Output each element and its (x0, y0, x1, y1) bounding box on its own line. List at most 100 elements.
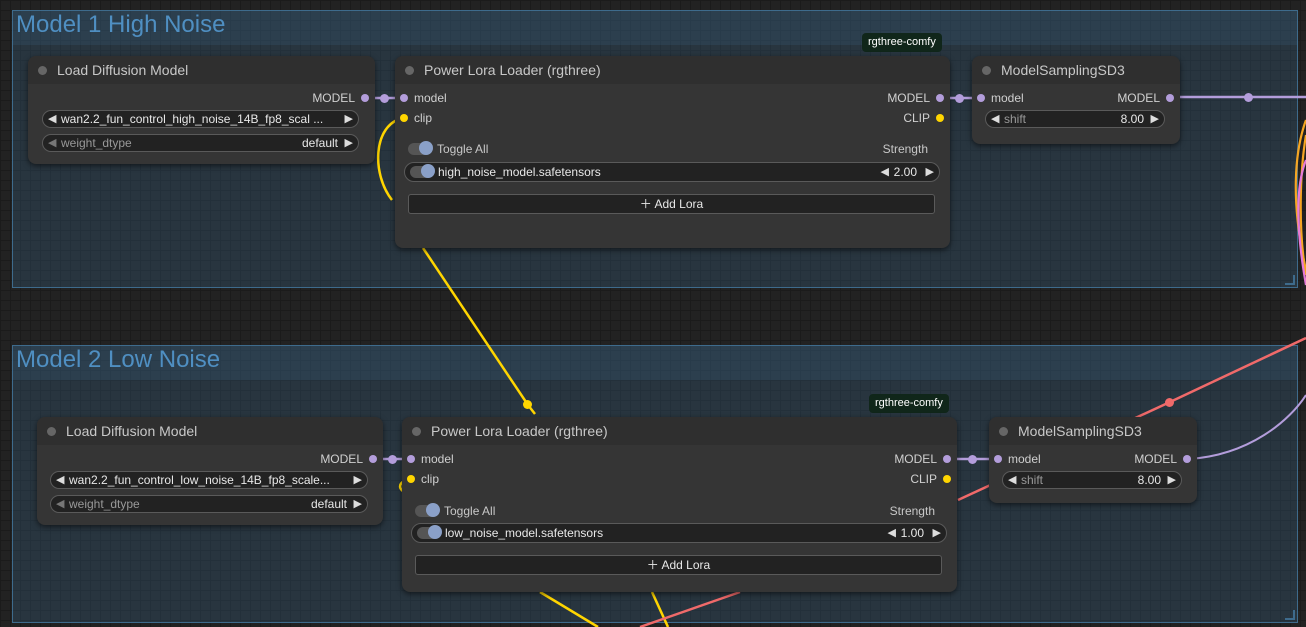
input-model-pin[interactable] (977, 94, 985, 102)
arrow-left-icon[interactable]: ◀ (888, 526, 896, 539)
toggle-all-label[interactable]: Toggle All (437, 142, 488, 156)
add-lora-label: Add Lora (661, 558, 711, 572)
node-header[interactable]: Load Diffusion Model (37, 417, 383, 445)
model-sampling-sd3-node[interactable]: ModelSamplingSD3 model MODEL ◀ shift 8.0… (989, 417, 1197, 503)
toggle-knob-icon (426, 503, 440, 517)
output-model-pin[interactable] (361, 94, 369, 102)
toggle-all-switch[interactable] (415, 503, 440, 517)
arrow-left-icon[interactable]: ◀ (56, 473, 64, 486)
node-title: Power Lora Loader (rgthree) (424, 62, 601, 78)
output-clip-pin[interactable] (943, 475, 951, 483)
toggle-knob-icon (421, 164, 435, 178)
power-lora-loader-node[interactable]: Power Lora Loader (rgthree) model clip M… (395, 56, 950, 248)
node-header[interactable]: Load Diffusion Model (28, 56, 375, 84)
shift-number-widget[interactable]: ◀ shift 8.00 ▶ (985, 110, 1165, 128)
wire-midpoint-dot[interactable] (1244, 93, 1253, 102)
unet-name-combo[interactable]: ◀ wan2.2_fun_control_low_noise_14B_fp8_s… (50, 471, 368, 489)
arrow-left-icon[interactable]: ◀ (48, 112, 56, 125)
output-model-label: MODEL (1117, 91, 1160, 105)
weight-dtype-combo[interactable]: ◀ weight_dtype default ▶ (42, 134, 359, 152)
lora-strength-value[interactable]: 1.00 (901, 526, 924, 540)
wire-midpoint-dot[interactable] (955, 94, 964, 103)
weight-dtype-value: default (310, 497, 347, 511)
node-header[interactable]: Power Lora Loader (rgthree) (395, 56, 950, 84)
toggle-all-switch[interactable] (408, 141, 433, 155)
output-model-label: MODEL (894, 452, 937, 466)
shift-number-widget[interactable]: ◀ shift 8.00 ▶ (1002, 471, 1182, 489)
graph-canvas[interactable]: Model 1 High Noise Model 2 Low Noise Loa… (0, 0, 1306, 627)
input-model-pin[interactable] (407, 455, 415, 463)
lora-name[interactable]: low_noise_model.safetensors (445, 526, 603, 540)
input-clip-pin[interactable] (407, 475, 415, 483)
add-lora-button[interactable]: ＋ Add Lora (408, 194, 935, 214)
wire-midpoint-dot[interactable] (388, 455, 397, 464)
rgthree-badge: rgthree-comfy (862, 33, 942, 52)
arrow-right-icon[interactable]: ▶ (345, 112, 353, 125)
input-clip-label: clip (414, 111, 433, 125)
arrow-right-icon[interactable]: ▶ (1151, 112, 1159, 125)
arrow-right-icon[interactable]: ▶ (926, 165, 934, 178)
collapse-dot-icon[interactable] (47, 427, 56, 436)
lora-toggle-switch[interactable] (417, 525, 442, 539)
arrow-left-icon[interactable]: ◀ (1008, 473, 1016, 486)
load-diffusion-model-node[interactable]: Load Diffusion Model MODEL ◀ wan2.2_fun_… (37, 417, 383, 525)
node-header[interactable]: ModelSamplingSD3 (989, 417, 1197, 445)
add-lora-label: Add Lora (654, 197, 704, 211)
shift-value: 8.00 (1120, 112, 1144, 126)
load-diffusion-model-node[interactable]: Load Diffusion Model MODEL ◀ wan2.2_fun_… (28, 56, 375, 164)
toggle-knob-icon (419, 141, 433, 155)
arrow-right-icon[interactable]: ▶ (1168, 473, 1176, 486)
add-lora-button[interactable]: ＋ Add Lora (415, 555, 942, 575)
input-clip-pin[interactable] (400, 114, 408, 122)
arrow-right-icon[interactable]: ▶ (354, 497, 362, 510)
arrow-left-icon[interactable]: ◀ (48, 136, 56, 149)
lora-toggle-switch[interactable] (410, 164, 435, 178)
wire-midpoint-dot[interactable] (523, 400, 532, 409)
node-header[interactable]: Power Lora Loader (rgthree) (402, 417, 957, 445)
output-model-label: MODEL (887, 91, 930, 105)
output-clip-pin[interactable] (936, 114, 944, 122)
wire-midpoint-dot[interactable] (380, 94, 389, 103)
output-model-pin[interactable] (943, 455, 951, 463)
wire-midpoint-dot[interactable] (1165, 398, 1174, 407)
shift-label: shift (1004, 112, 1027, 126)
lora-name[interactable]: high_noise_model.safetensors (438, 165, 601, 179)
input-model-label: model (414, 91, 447, 105)
node-title: Load Diffusion Model (66, 423, 198, 439)
node-title: Power Lora Loader (rgthree) (431, 423, 608, 439)
output-model-pin[interactable] (1183, 455, 1191, 463)
arrow-right-icon[interactable]: ▶ (345, 136, 353, 149)
arrow-left-icon[interactable]: ◀ (881, 165, 889, 178)
lora-row[interactable]: high_noise_model.safetensors ◀ 2.00 ▶ (404, 162, 940, 182)
unet-name-combo[interactable]: ◀ wan2.2_fun_control_high_noise_14B_fp8_… (42, 110, 359, 128)
collapse-dot-icon[interactable] (999, 427, 1008, 436)
output-model-pin[interactable] (369, 455, 377, 463)
collapse-dot-icon[interactable] (412, 427, 421, 436)
arrow-left-icon[interactable]: ◀ (991, 112, 999, 125)
collapse-dot-icon[interactable] (38, 66, 47, 75)
input-clip-label: clip (421, 472, 440, 486)
node-header[interactable]: ModelSamplingSD3 (972, 56, 1180, 84)
rgthree-badge: rgthree-comfy (869, 394, 949, 413)
output-model-label: MODEL (312, 91, 355, 105)
input-model-pin[interactable] (994, 455, 1002, 463)
node-title: ModelSamplingSD3 (1018, 423, 1142, 439)
model-sampling-sd3-node[interactable]: ModelSamplingSD3 model MODEL ◀ shift 8.0… (972, 56, 1180, 144)
arrow-right-icon[interactable]: ▶ (933, 526, 941, 539)
arrow-right-icon[interactable]: ▶ (354, 473, 362, 486)
lora-strength-value[interactable]: 2.00 (894, 165, 917, 179)
collapse-dot-icon[interactable] (982, 66, 991, 75)
power-lora-loader-node[interactable]: Power Lora Loader (rgthree) model clip M… (402, 417, 957, 592)
output-model-pin[interactable] (1166, 94, 1174, 102)
collapse-dot-icon[interactable] (405, 66, 414, 75)
shift-value: 8.00 (1137, 473, 1161, 487)
output-model-pin[interactable] (936, 94, 944, 102)
toggle-all-label[interactable]: Toggle All (444, 504, 495, 518)
input-model-label: model (1008, 452, 1041, 466)
weight-dtype-combo[interactable]: ◀ weight_dtype default ▶ (50, 495, 368, 513)
arrow-left-icon[interactable]: ◀ (56, 497, 64, 510)
strength-header: Strength (882, 142, 928, 156)
input-model-pin[interactable] (400, 94, 408, 102)
lora-row[interactable]: low_noise_model.safetensors ◀ 1.00 ▶ (411, 523, 947, 543)
wire-midpoint-dot[interactable] (968, 455, 977, 464)
